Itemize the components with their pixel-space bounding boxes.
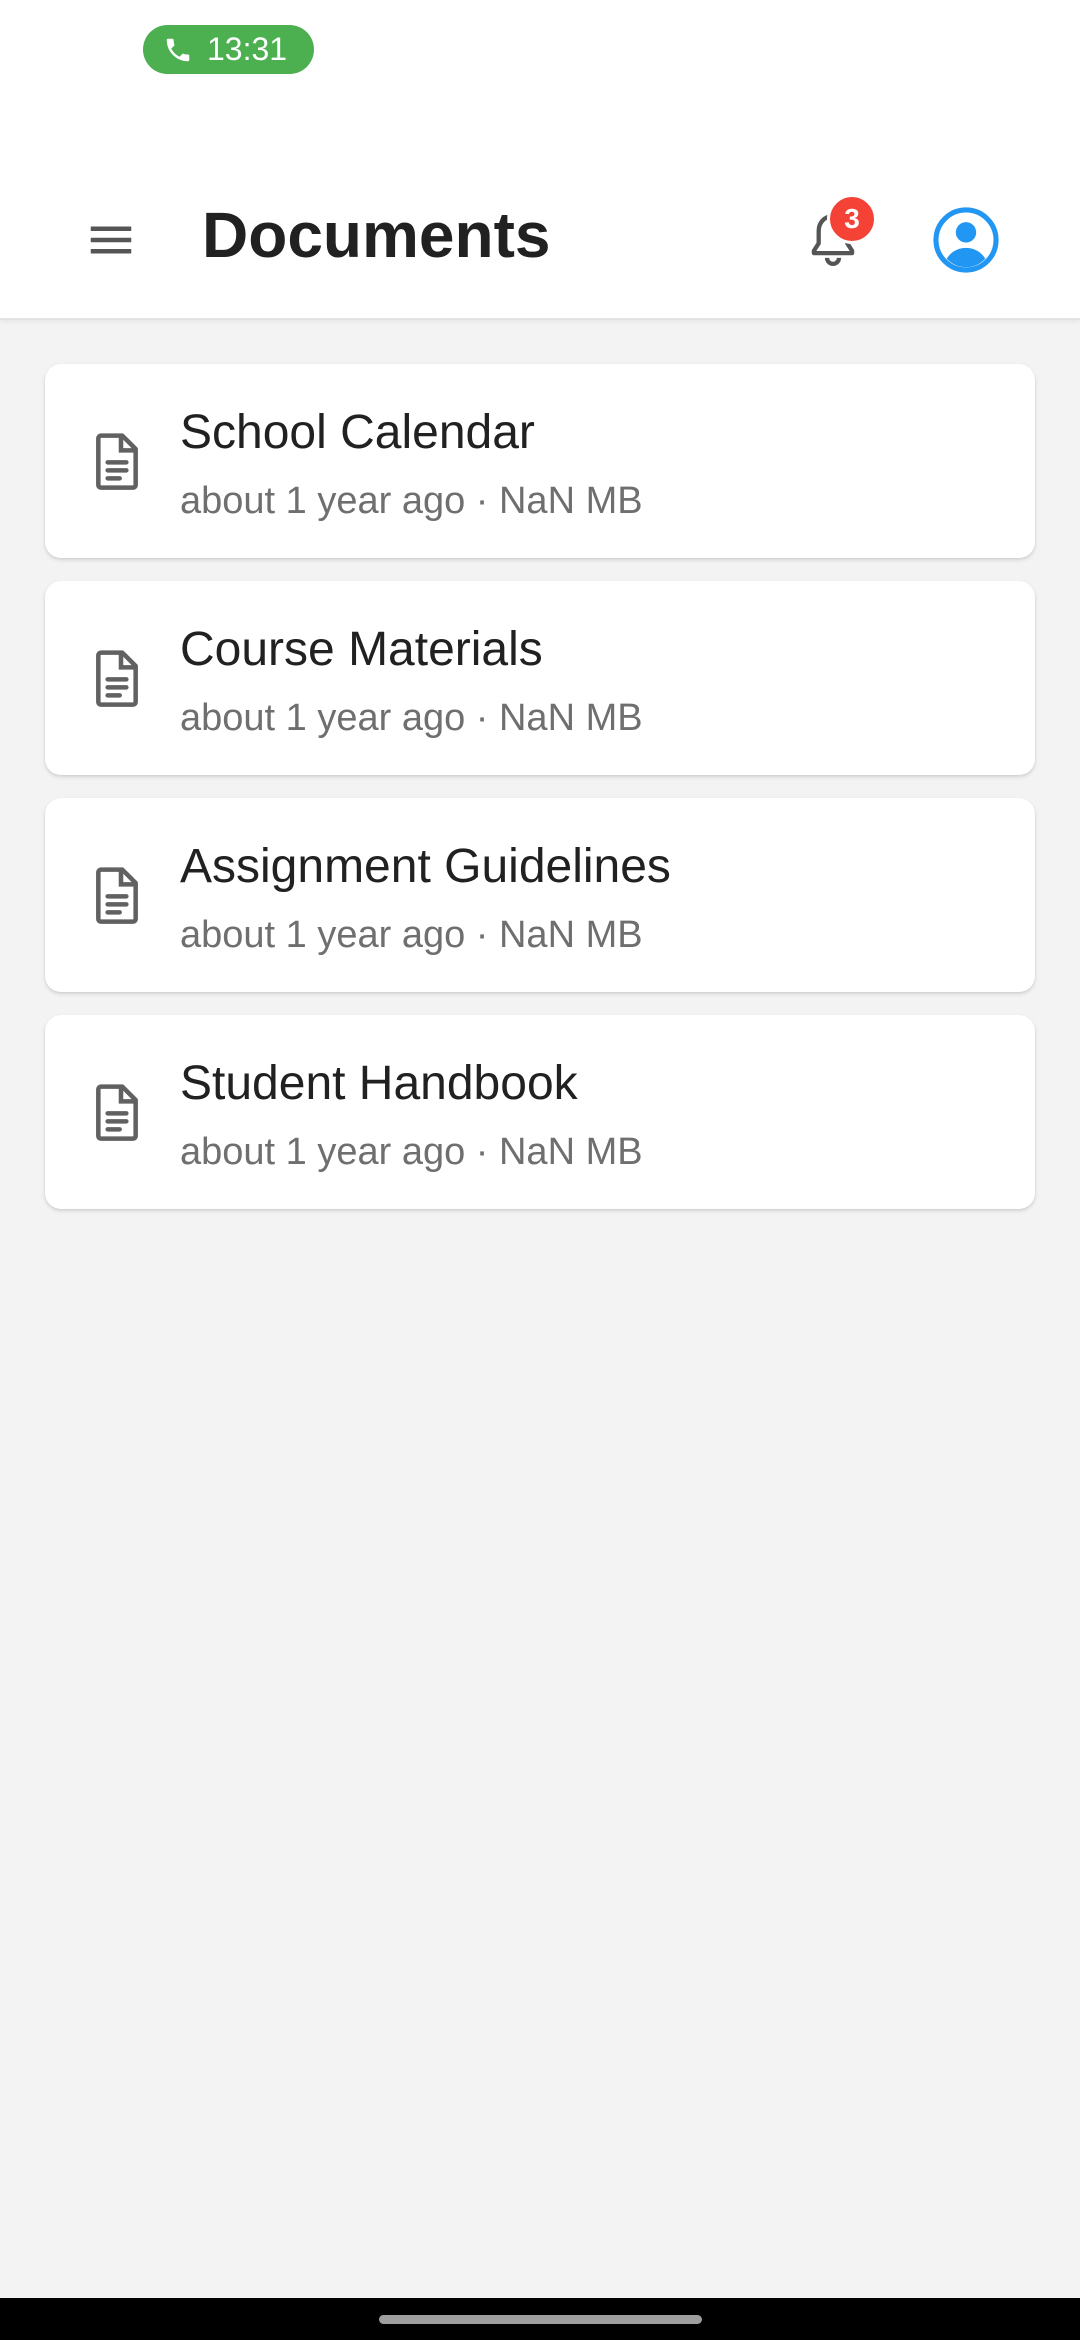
- document-meta: about 1 year ago · NaN MB: [180, 914, 643, 956]
- document-title: Assignment Guidelines: [180, 840, 671, 893]
- page-title: Documents: [202, 199, 551, 271]
- document-title: Student Handbook: [180, 1057, 578, 1110]
- system-navigation-bar: [0, 2298, 1080, 2340]
- document-meta: about 1 year ago · NaN MB: [180, 480, 643, 522]
- phone-icon: [163, 35, 193, 65]
- call-timer: 13:31: [207, 31, 288, 67]
- ongoing-call-chip[interactable]: 13:31: [143, 25, 314, 74]
- document-item-course-materials[interactable]: Course Materials about 1 year ago · NaN …: [45, 581, 1035, 775]
- document-item-school-calendar[interactable]: School Calendar about 1 year ago · NaN M…: [45, 364, 1035, 558]
- document-title: School Calendar: [180, 406, 535, 459]
- hamburger-menu-icon: [84, 213, 138, 267]
- document-item-student-handbook[interactable]: Student Handbook about 1 year ago · NaN …: [45, 1015, 1035, 1209]
- menu-button[interactable]: [76, 205, 146, 275]
- document-icon: [85, 1080, 149, 1144]
- document-meta: about 1 year ago · NaN MB: [180, 1131, 643, 1173]
- status-bar: 13:31: [0, 0, 1080, 80]
- document-icon: [85, 429, 149, 493]
- home-gesture-handle[interactable]: [379, 2315, 702, 2324]
- document-item-assignment-guidelines[interactable]: Assignment Guidelines about 1 year ago ·…: [45, 798, 1035, 992]
- document-icon: [85, 646, 149, 710]
- document-title: Course Materials: [180, 623, 543, 676]
- document-meta: about 1 year ago · NaN MB: [180, 697, 643, 739]
- account-circle-icon: [932, 206, 1000, 274]
- notification-count-badge: 3: [827, 194, 877, 244]
- document-icon: [85, 863, 149, 927]
- profile-button[interactable]: [930, 204, 1002, 276]
- document-list: School Calendar about 1 year ago · NaN M…: [45, 364, 1035, 1232]
- app-bar: Documents: [0, 80, 1080, 320]
